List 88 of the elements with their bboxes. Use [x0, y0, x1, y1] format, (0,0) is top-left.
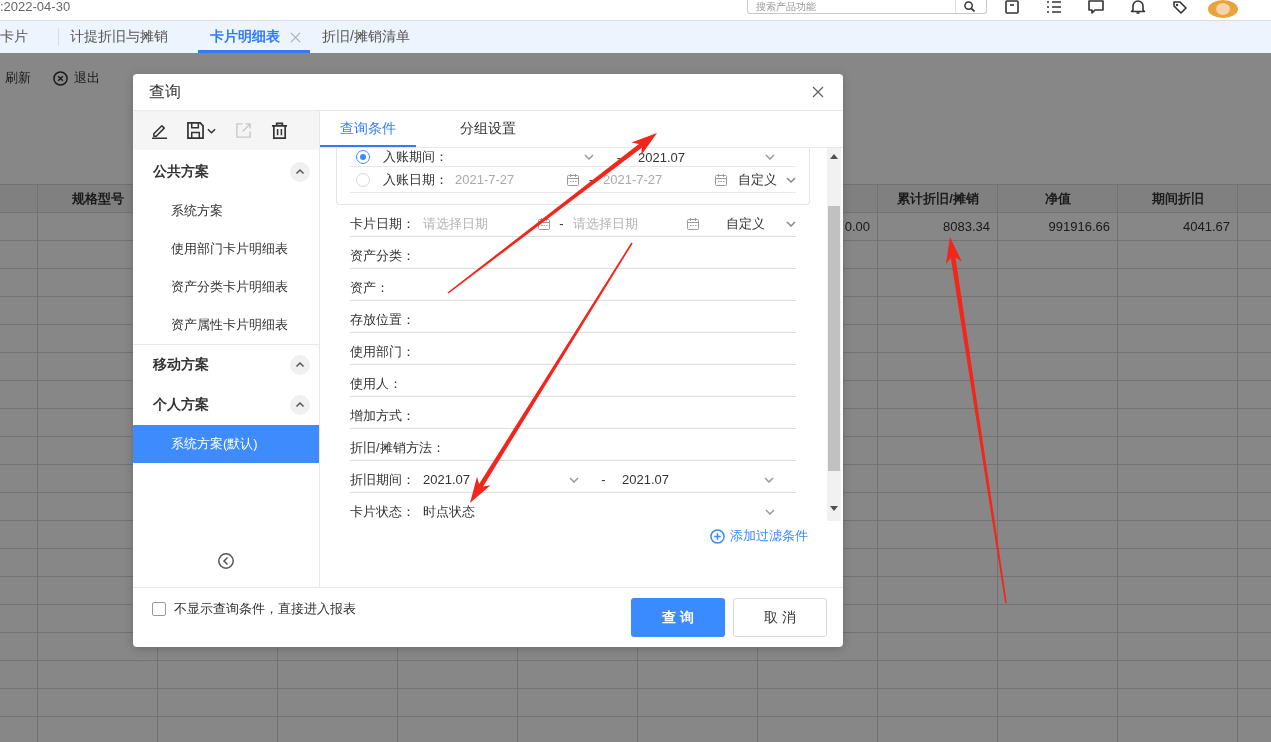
column-header: 累计折旧/摊销 [897, 189, 979, 208]
period-select[interactable]: 2021.07 [423, 472, 585, 488]
tab[interactable]: 卡片明细表 [198, 21, 310, 53]
field-label: 资产分类： [350, 237, 419, 269]
tab[interactable]: 卡片 [0, 21, 58, 53]
field-label: 增加方式： [350, 397, 419, 429]
chevron-left-circle-icon[interactable] [218, 553, 234, 569]
bell-icon[interactable] [1130, 0, 1146, 14]
save-icon[interactable] [187, 122, 204, 139]
scheme-item[interactable]: 系统方案 [133, 192, 319, 230]
trash-icon[interactable] [271, 122, 288, 139]
scroll-down-icon[interactable] [830, 505, 838, 511]
scheme-item[interactable]: 资产属性卡片明细表 [133, 306, 319, 344]
scrollbar[interactable] [827, 148, 841, 521]
box-icon[interactable] [1004, 0, 1020, 14]
checkbox[interactable] [152, 602, 166, 616]
tab[interactable]: 分组设置 [440, 111, 536, 147]
calendar-icon[interactable] [715, 173, 727, 186]
scheme-item[interactable]: 资产分类卡片明细表 [133, 268, 319, 306]
tab[interactable]: 计提折旧与摊销 [58, 21, 198, 53]
column-header: 净值 [1045, 189, 1071, 208]
field-label: 使用部门： [350, 333, 419, 365]
date-field[interactable]: 请选择日期 [423, 216, 538, 232]
add-filter-link[interactable]: 添加过滤条件 [710, 528, 808, 544]
pencil-icon[interactable] [151, 122, 168, 139]
chevron-down-icon[interactable] [765, 154, 775, 160]
preset-select[interactable]: 自定义 [727, 167, 796, 192]
toolbar-button[interactable]: 退出 [53, 69, 100, 87]
search-icon[interactable] [964, 1, 975, 12]
range-separator: - [558, 216, 565, 232]
search-field[interactable]: 搜索产品功能 [747, 0, 987, 14]
column-header: 期间折旧 [1152, 189, 1204, 208]
field-label: 使用人： [350, 365, 406, 397]
field-label: 存放位置： [350, 301, 419, 333]
chevron-down-icon[interactable] [584, 154, 594, 160]
caret-icon[interactable] [207, 127, 216, 134]
chevron-down-icon[interactable] [764, 477, 774, 483]
field-label: 入账日期： [383, 170, 449, 189]
range-separator: - [587, 171, 595, 189]
range-separator: - [615, 148, 623, 166]
preset-select[interactable]: 自定义 [699, 216, 796, 232]
plus-circle-icon[interactable] [710, 528, 725, 544]
chevron-up-icon[interactable] [290, 395, 310, 415]
scheme-item[interactable]: 使用部门卡片明细表 [133, 230, 319, 268]
toolbar-button[interactable]: 刷新 [5, 69, 31, 87]
scheme-group-header[interactable]: 移动方案 [133, 345, 319, 385]
table-cell: 0.00 [844, 219, 870, 234]
radio-button[interactable] [356, 150, 370, 164]
tab[interactable]: 查询条件 [320, 111, 416, 147]
chevron-up-icon[interactable] [290, 162, 310, 182]
scheme-group-header[interactable]: 公共方案 [133, 152, 319, 192]
table-cell: 8083.34 [943, 219, 990, 234]
list-icon[interactable] [1046, 0, 1062, 14]
tag-icon[interactable] [1172, 0, 1188, 14]
field-label: 卡片日期： [350, 205, 423, 237]
checkbox-label: 不显示查询条件，直接进入报表 [174, 600, 356, 618]
scroll-up-icon[interactable] [830, 153, 838, 159]
period-select[interactable]: 2021.07 [638, 148, 796, 166]
table-cell: 991916.66 [1048, 219, 1110, 234]
avatar-icon[interactable] [1208, 0, 1238, 18]
chevron-down-icon[interactable] [786, 176, 796, 183]
calendar-icon[interactable] [567, 173, 579, 186]
status-select[interactable]: 时点状态 [423, 504, 796, 520]
cancel-button[interactable]: 取 消 [733, 598, 827, 637]
message-icon[interactable] [1088, 0, 1104, 14]
field-label: 卡片状态： [350, 493, 423, 521]
table-cell: 4041.67 [1183, 219, 1230, 234]
business-date: :2022-04-30 [0, 0, 72, 14]
date-field[interactable]: 请选择日期 [573, 216, 687, 232]
close-circle-icon[interactable] [53, 70, 68, 86]
column-header: 规格型号 [72, 189, 124, 208]
field-label: 资产： [350, 269, 393, 301]
range-separator: - [600, 472, 607, 488]
scheme-group-header[interactable]: 个人方案 [133, 385, 319, 425]
chevron-up-icon[interactable] [290, 355, 310, 375]
field-label: 折旧/摊销方法： [350, 429, 449, 461]
calendar-icon[interactable] [538, 218, 550, 230]
period-select[interactable]: 2021.07 [622, 472, 796, 488]
field-label: 入账期间： [383, 148, 449, 166]
tab[interactable]: 折旧/摊销清单 [310, 21, 440, 53]
calendar-icon[interactable] [687, 218, 699, 230]
dialog-title: 查询 [149, 81, 181, 102]
chevron-down-icon[interactable] [569, 477, 579, 483]
chevron-down-icon[interactable] [765, 509, 775, 515]
chevron-down-icon[interactable] [786, 221, 796, 227]
field-label: 折旧期间： [350, 461, 423, 493]
close-icon[interactable] [812, 86, 824, 98]
scrollbar-thumb[interactable] [828, 206, 840, 471]
